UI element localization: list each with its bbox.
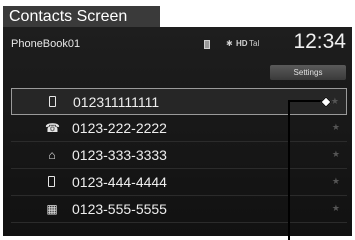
star-icon[interactable]: ★: [332, 149, 340, 160]
contacts-screen: PhoneBook01 ✱ HD Tal 12:34 Settings 0123…: [3, 27, 352, 236]
contact-number: 0123-222-2222: [72, 120, 167, 136]
star-icon[interactable]: ★: [332, 122, 340, 133]
contact-number: 0123-555-5555: [72, 201, 167, 217]
battery-icon: [204, 40, 210, 49]
callout-line-horizontal: [288, 100, 324, 102]
phonebook-name: PhoneBook01: [11, 38, 81, 50]
status-bar: PhoneBook01 ✱ HD Tal 12:34: [3, 27, 352, 59]
contact-row[interactable]: ⌂ 0123-333-3333 ★: [11, 142, 347, 169]
hd-icon: HD: [236, 39, 248, 48]
clock: 12:34: [293, 30, 346, 53]
landline-phone-icon: ☎: [45, 121, 60, 135]
signal-icon: Tal: [249, 39, 260, 48]
contact-row[interactable]: 0123-444-4444 ★: [11, 169, 347, 196]
screen-caption: Contacts Screen: [3, 6, 160, 27]
bluetooth-icon: ✱: [226, 39, 233, 48]
mobile-phone-icon: [45, 175, 59, 189]
callout-line-vertical: [288, 100, 290, 240]
contact-number: 0123-333-3333: [72, 147, 167, 163]
settings-button[interactable]: Settings: [270, 65, 346, 80]
home-icon: ⌂: [48, 148, 56, 162]
contact-number: 012311111111: [73, 94, 160, 110]
office-building-icon: ▦: [46, 202, 58, 216]
contact-row[interactable]: ▦ 0123-555-5555 ★: [11, 196, 347, 223]
star-icon[interactable]: ★: [332, 203, 340, 214]
contact-list: 012311111111 ★ ☎ 0123-222-2222 ★ ⌂ 0123-…: [11, 88, 347, 223]
contact-number: 0123-444-4444: [72, 174, 167, 190]
contact-row[interactable]: ☎ 0123-222-2222 ★: [11, 115, 347, 142]
star-icon[interactable]: ★: [332, 176, 340, 187]
mobile-phone-icon: [46, 95, 60, 109]
